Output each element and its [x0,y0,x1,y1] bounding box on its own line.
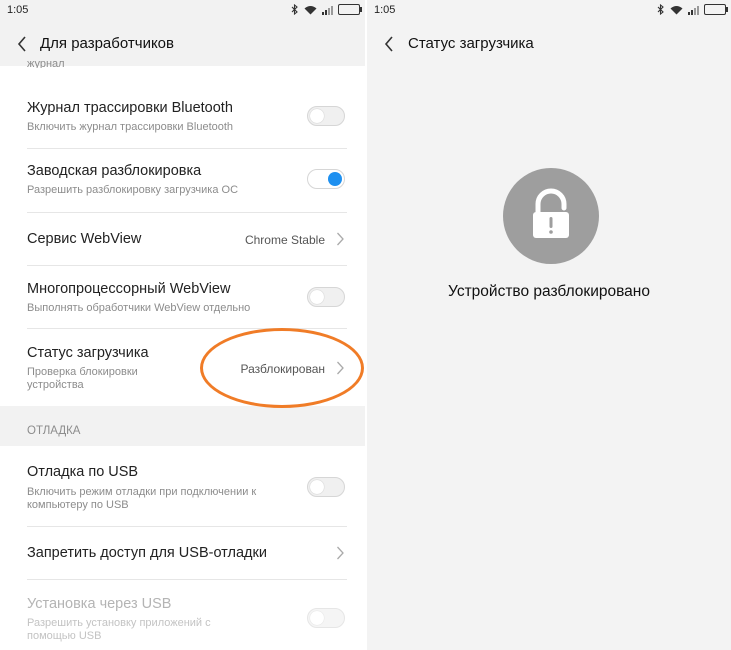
battery-icon [704,4,728,15]
item-title: Установка через USB [27,596,172,612]
item-title: Журнал трассировки Bluetooth [27,100,233,116]
partial-item-label: журнал [27,58,65,68]
oem-unlock-item[interactable]: Заводская разблокировка Разрешить разбло… [0,149,365,212]
item-title: Статус загрузчика [27,345,149,361]
item-subtitle: помощью USB [27,630,102,642]
status-time: 1:05 [7,4,29,16]
item-title: Отладка по USB [27,464,139,480]
chevron-left-icon [384,36,393,52]
bluetooth-icon [291,4,298,15]
item-title: Заводская разблокировка [27,163,202,179]
revoke-usb-debugging-item[interactable]: Запретить доступ для USB-отладки [0,527,365,579]
unlock-status-message: Устройство разблокировано [448,283,650,300]
install-via-usb-toggle [307,608,345,628]
item-subtitle: Разрешить установку приложений с [27,617,211,629]
chevron-right-icon [337,546,344,560]
item-subtitle: устройства [27,379,84,391]
back-button[interactable] [375,30,403,58]
section-header-debugging: ОТЛАДКА [27,425,81,437]
bootloader-status-screen: 1:05 Статус загрузчика Устройство разбло… [367,0,731,650]
item-title: Многопроцессорный WebView [27,281,231,297]
back-button[interactable] [8,30,36,58]
install-via-usb-item: Установка через USB Разрешить установку … [0,580,365,650]
wifi-icon [670,5,683,14]
unlocked-padlock-icon [533,188,569,238]
item-subtitle: Разрешить разблокировку загрузчика ОС [27,184,239,196]
status-time: 1:05 [374,4,396,16]
usb-debugging-toggle[interactable] [307,477,345,497]
chevron-left-icon [17,36,26,52]
battery-icon [338,4,362,15]
item-title: Запретить доступ для USB-отладки [27,545,267,561]
multiprocess-webview-toggle[interactable] [307,287,345,307]
usb-debugging-item[interactable]: Отладка по USB Включить режим отладки пр… [0,446,365,526]
item-subtitle: Выполнять обработчики WebView отдельно [27,302,251,314]
debug-settings-group: Отладка по USB Включить режим отладки пр… [0,446,365,650]
item-subtitle: Включить режим отладки при подключении к [27,486,257,498]
status-icons [657,4,728,15]
developer-options-screen: 1:05 Для разработчиков журнал Журнал тра… [0,0,365,650]
page-title: Статус загрузчика [408,35,534,52]
bluetooth-icon [657,4,664,15]
signal-icon [322,5,333,15]
item-subtitle: компьютеру по USB [27,499,129,511]
highlight-circle [200,328,364,408]
lock-badge [503,168,599,264]
status-icons [291,4,362,15]
bluetooth-trace-toggle[interactable] [307,106,345,126]
app-bar: Статус загрузчика [367,22,731,66]
chevron-right-icon [337,232,344,246]
signal-icon [688,5,699,15]
item-value: Chrome Stable [244,233,325,247]
item-subtitle: Проверка блокировки [27,366,138,378]
multiprocess-webview-item[interactable]: Многопроцессорный WebView Выполнять обра… [0,266,365,328]
item-subtitle: Включить журнал трассировки Bluetooth [27,121,234,133]
oem-unlock-toggle[interactable] [307,169,345,189]
item-title: Сервис WebView [27,231,142,247]
webview-service-item[interactable]: Сервис WebView Chrome Stable [0,213,365,265]
wifi-icon [304,5,317,14]
page-title: Для разработчиков [40,35,174,52]
bluetooth-trace-item[interactable]: Журнал трассировки Bluetooth Включить жу… [0,86,365,148]
status-bar: 1:05 [367,0,731,22]
status-bar: 1:05 [0,0,365,22]
